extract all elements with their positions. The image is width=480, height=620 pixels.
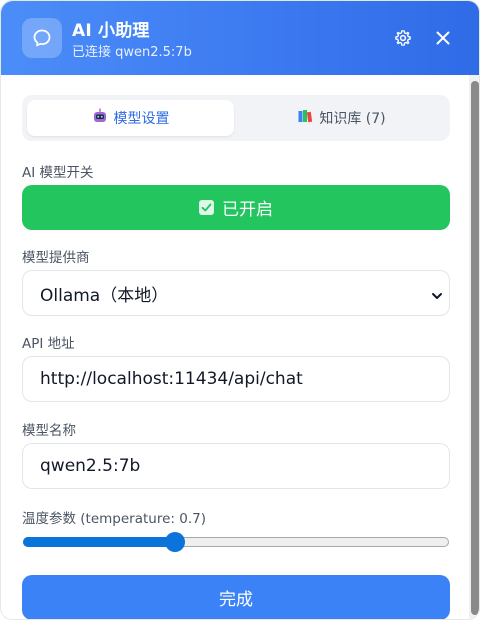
api-label: API 地址 xyxy=(22,336,75,352)
model-name-label: 模型名称 xyxy=(22,423,76,439)
close-button[interactable] xyxy=(430,25,456,51)
api-url-input[interactable]: http://localhost:11434/api/chat xyxy=(22,356,450,402)
panel-header: AI 小助理 已连接 qwen2.5:7b xyxy=(1,1,479,75)
ai-toggle-button[interactable]: 已开启 xyxy=(22,185,450,230)
gear-icon xyxy=(395,30,411,46)
temperature-label: 温度参数 (temperature: 0.7) xyxy=(22,511,206,527)
close-icon xyxy=(436,31,450,45)
tab-label: 知识库 (7) xyxy=(319,111,386,127)
settings-button[interactable] xyxy=(390,25,416,51)
chevron-down-icon xyxy=(431,287,443,307)
temperature-slider-fill xyxy=(23,537,176,547)
assistant-panel: AI 小助理 已连接 qwen2.5:7b 模型设置 知识库 (7) AI 模型… xyxy=(0,0,480,620)
tab-model-settings[interactable]: 模型设置 xyxy=(27,100,234,136)
model-name-value: qwen2.5:7b xyxy=(40,456,141,476)
checkbox-icon xyxy=(199,200,214,215)
books-icon xyxy=(297,108,313,128)
done-button[interactable]: 完成 xyxy=(22,575,450,619)
api-url-value: http://localhost:11434/api/chat xyxy=(40,369,303,389)
tab-knowledge-base[interactable]: 知识库 (7) xyxy=(238,100,445,136)
model-name-input[interactable]: qwen2.5:7b xyxy=(22,443,450,489)
scrollbar-thumb[interactable] xyxy=(471,81,479,615)
tab-bar: 模型设置 知识库 (7) xyxy=(22,95,450,141)
connection-status: 已连接 qwen2.5:7b xyxy=(72,45,192,60)
provider-label: 模型提供商 xyxy=(22,250,90,266)
ai-toggle-label: AI 模型开关 xyxy=(22,165,94,181)
chat-bubble-icon xyxy=(22,18,62,58)
tab-label: 模型设置 xyxy=(113,111,170,127)
ai-toggle-text: 已开启 xyxy=(222,200,273,220)
provider-value: Ollama（本地） xyxy=(40,285,169,306)
panel-title: AI 小助理 xyxy=(72,21,150,41)
temperature-slider-thumb[interactable] xyxy=(165,532,186,552)
provider-select[interactable]: Ollama（本地） xyxy=(22,270,450,316)
robot-icon xyxy=(92,108,108,128)
